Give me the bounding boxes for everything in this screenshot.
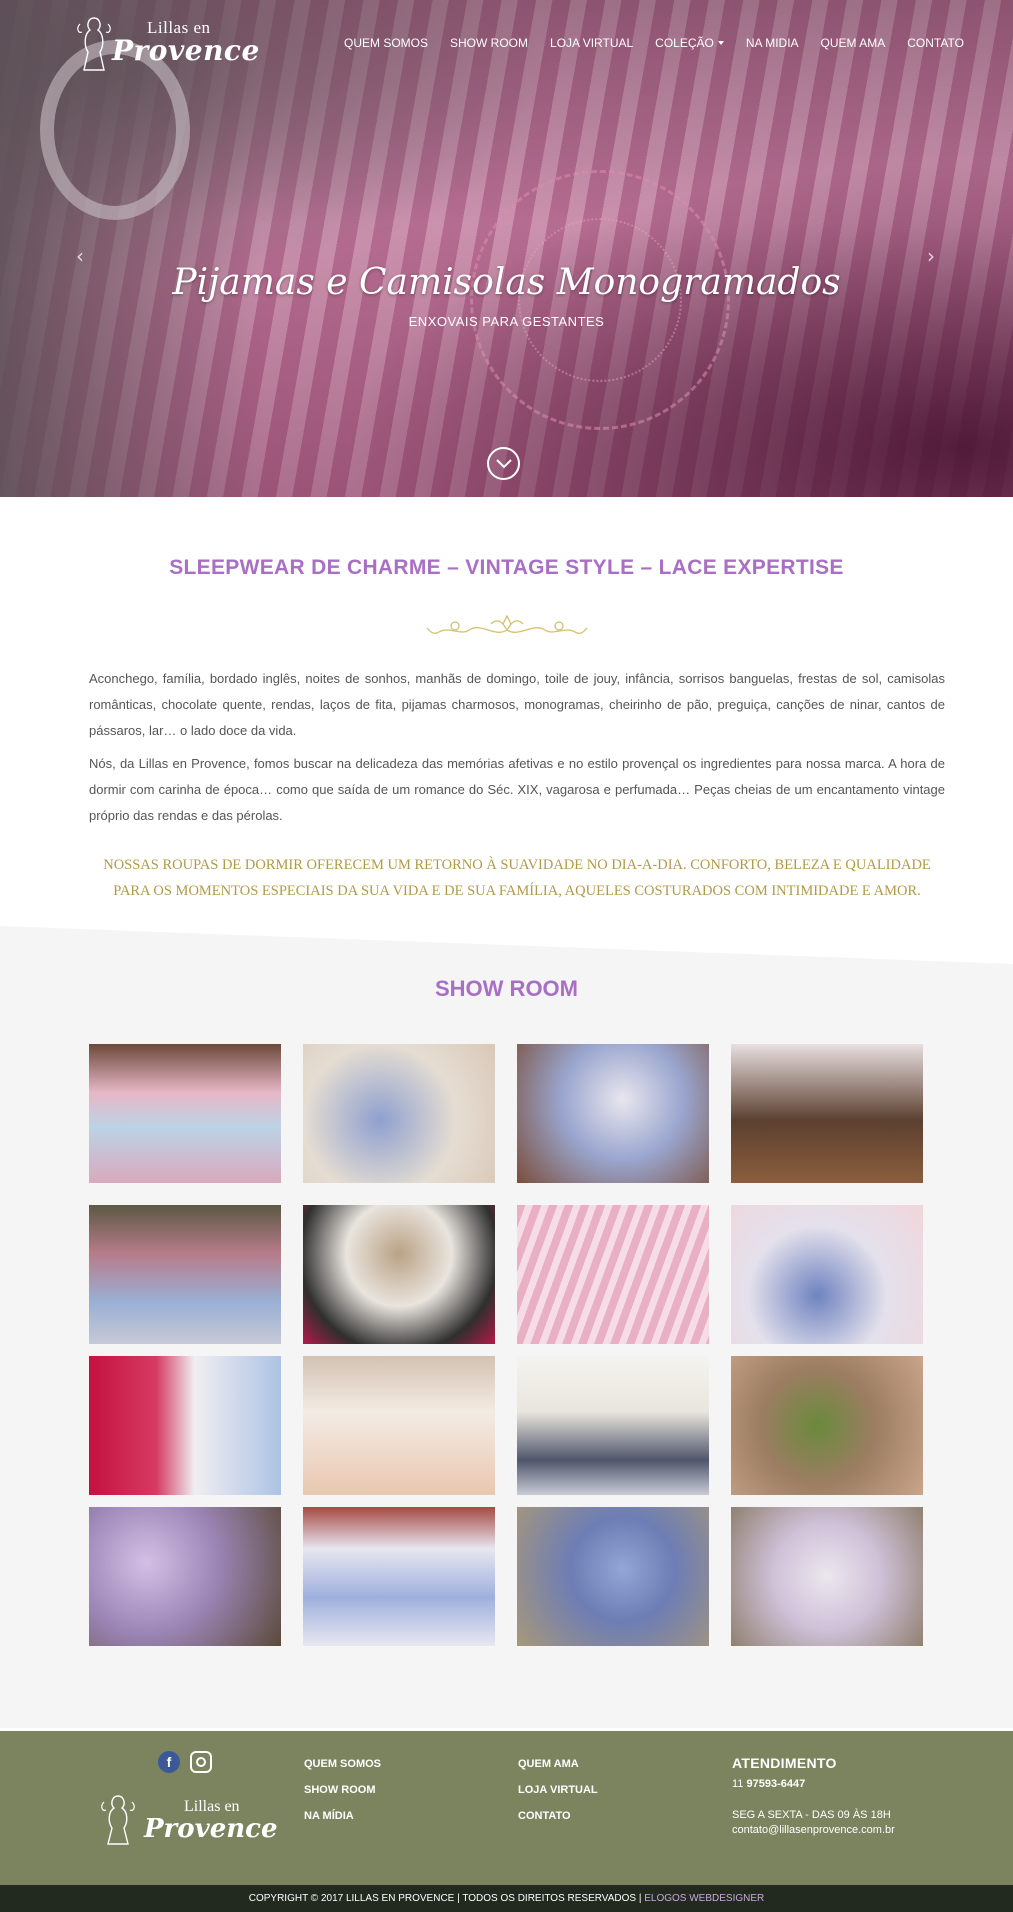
main-nav: QUEM SOMOS SHOW ROOM LOJA VIRTUAL COLEÇÃ… — [344, 36, 986, 50]
footer-link-show-room[interactable]: SHOW ROOM — [304, 1784, 381, 1796]
showroom-photo[interactable] — [731, 1205, 923, 1344]
photo-image — [517, 1044, 709, 1183]
showroom-photo[interactable] — [303, 1356, 495, 1495]
nav-label: COLEÇÃO — [655, 36, 714, 50]
photo-image — [731, 1205, 923, 1344]
nav-loja-virtual[interactable]: LOJA VIRTUAL — [550, 36, 633, 50]
photo-image — [89, 1205, 281, 1344]
intro-quote: NOSSAS ROUPAS DE DORMIR OFERECEM UM RETO… — [103, 857, 931, 899]
nav-label: QUEM AMA — [820, 36, 886, 50]
footer-links-col-1: QUEM SOMOS SHOW ROOM NA MÍDIA — [304, 1758, 381, 1836]
atendimento-title: ATENDIMENTO — [732, 1755, 837, 1771]
showroom-photo[interactable] — [303, 1044, 495, 1183]
hero-title: Pijamas e Camisolas Monogramados — [172, 262, 841, 303]
showroom-photo[interactable] — [517, 1507, 709, 1646]
nav-colecao-dropdown[interactable]: COLEÇÃO — [655, 36, 724, 50]
intro-paragraph-2: Nós, da Lillas en Provence, fomos buscar… — [89, 756, 945, 823]
showroom-photo[interactable] — [731, 1356, 923, 1495]
intro-title: SLEEPWEAR DE CHARME – VINTAGE STYLE – LA… — [169, 556, 844, 579]
site-logo[interactable]: Lillas en Provence — [72, 12, 259, 74]
footer-link-contato[interactable]: CONTATO — [518, 1810, 598, 1822]
photo-image — [731, 1507, 923, 1646]
opening-hours: SEG A SEXTA - DAS 09 ÀS 18H — [732, 1809, 891, 1821]
social-links: f — [158, 1751, 212, 1773]
logo-text-bottom: Provence — [144, 1814, 278, 1844]
photo-image — [89, 1356, 281, 1495]
photo-image — [303, 1205, 495, 1344]
photo-image — [517, 1356, 709, 1495]
facebook-icon[interactable]: f — [158, 1751, 180, 1773]
photo-image — [731, 1356, 923, 1495]
nav-label: QUEM SOMOS — [344, 36, 429, 50]
phone-number[interactable]: 11 97593-6447 — [732, 1777, 895, 1792]
showroom-photo[interactable] — [731, 1507, 923, 1646]
photo-image — [517, 1205, 709, 1344]
copyright-text: COPYRIGHT © 2017 LILLAS EN PROVENCE | TO… — [248, 1893, 642, 1904]
photo-image — [517, 1507, 709, 1646]
photo-image — [303, 1507, 495, 1646]
phone-prefix: 11 — [732, 1778, 744, 1790]
photo-image — [303, 1044, 495, 1183]
showroom-photo[interactable] — [89, 1356, 281, 1495]
nav-label: LOJA VIRTUAL — [550, 36, 634, 50]
showroom-photo[interactable] — [303, 1507, 495, 1646]
showroom-photo[interactable] — [517, 1356, 709, 1495]
copyright-bar: COPYRIGHT © 2017 LILLAS EN PROVENCE | TO… — [0, 1885, 1013, 1912]
nav-quem-somos[interactable]: QUEM SOMOS — [344, 36, 428, 50]
photo-image — [731, 1044, 923, 1183]
nav-label: SHOW ROOM — [450, 36, 529, 50]
showroom-photo[interactable] — [89, 1205, 281, 1344]
nav-label: NA MIDIA — [745, 36, 799, 50]
footer-link-loja-virtual[interactable]: LOJA VIRTUAL — [518, 1784, 598, 1796]
caret-down-icon — [717, 41, 724, 45]
nav-quem-ama[interactable]: QUEM AMA — [821, 36, 886, 50]
hero-subtitle: ENXOVAIS PARA GESTANTES — [408, 314, 605, 329]
showroom-gallery — [89, 1044, 924, 1656]
showroom-photo[interactable] — [731, 1044, 923, 1183]
instagram-icon[interactable] — [190, 1751, 212, 1773]
logo-figure-icon — [77, 17, 111, 71]
nav-show-room[interactable]: SHOW ROOM — [450, 36, 528, 50]
showroom-title: SHOW ROOM — [435, 976, 578, 1001]
ornament-divider-icon — [426, 614, 588, 634]
photo-image — [89, 1507, 281, 1646]
chevron-down-icon — [496, 459, 512, 469]
intro-paragraph-1: Aconchego, família, bordado inglês, noit… — [89, 671, 945, 738]
showroom-photo[interactable] — [89, 1044, 281, 1183]
scroll-down-button[interactable] — [487, 447, 520, 480]
logo-figure-icon — [101, 1795, 135, 1845]
nav-label: CONTATO — [907, 36, 964, 50]
nav-contato[interactable]: CONTATO — [907, 36, 964, 50]
footer-link-quem-somos[interactable]: QUEM SOMOS — [304, 1758, 381, 1770]
showroom-photo[interactable] — [303, 1205, 495, 1344]
footer-logo[interactable]: Lillas en Provence — [96, 1790, 278, 1848]
phone-digits: 97593-6447 — [746, 1778, 806, 1790]
logo-text-bottom: Provence — [112, 34, 260, 67]
nav-na-midia[interactable]: NA MIDIA — [746, 36, 799, 50]
footer-link-na-midia[interactable]: NA MÍDIA — [304, 1810, 381, 1822]
developer-link[interactable]: ELOGOS WEBDESIGNER — [644, 1893, 764, 1904]
top-navbar: Lillas en Provence QUEM SOMOS SHOW ROOM … — [0, 0, 1013, 90]
contact-email[interactable]: contato@lillasenprovence.com.br — [732, 1823, 895, 1838]
footer-link-quem-ama[interactable]: QUEM AMA — [518, 1758, 598, 1770]
footer-links-col-2: QUEM AMA LOJA VIRTUAL CONTATO — [518, 1758, 598, 1836]
showroom-photo[interactable] — [517, 1044, 709, 1183]
photo-image — [303, 1356, 495, 1495]
footer-atendimento: ATENDIMENTO 11 97593-6447 SEG A SEXTA - … — [732, 1756, 895, 1838]
photo-image — [89, 1044, 281, 1183]
showroom-photo[interactable] — [517, 1205, 709, 1344]
showroom-photo[interactable] — [89, 1507, 281, 1646]
